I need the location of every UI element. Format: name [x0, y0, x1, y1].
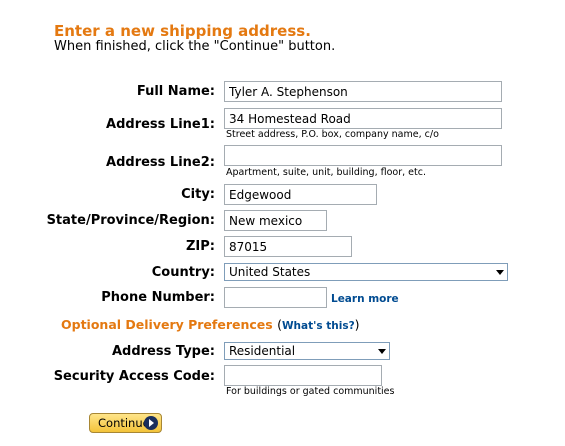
optional-close-paren: )	[354, 317, 360, 332]
full-name-label: Full Name:	[136, 84, 215, 99]
security-code-label: Security Access Code:	[53, 369, 215, 384]
address-line1-field[interactable]	[224, 108, 502, 129]
chevron-down-icon	[378, 349, 386, 354]
address-type-label: Address Type:	[111, 344, 215, 359]
country-select[interactable]: United States	[224, 263, 508, 281]
address-line2-hint: Apartment, suite, unit, building, floor,…	[226, 167, 426, 178]
address-line2-label: Address Line2:	[106, 155, 215, 170]
phone-label: Phone Number:	[101, 290, 215, 305]
address-line1-hint: Street address, P.O. box, company name, …	[226, 129, 439, 140]
city-label: City:	[181, 187, 215, 202]
city-field[interactable]	[224, 184, 377, 205]
continue-button[interactable]: Continue	[89, 413, 162, 433]
chevron-down-icon	[496, 270, 504, 275]
full-name-field[interactable]	[224, 81, 502, 102]
country-label: Country:	[151, 265, 215, 280]
country-selected-value: United States	[229, 265, 311, 279]
security-code-hint: For buildings or gated communities	[226, 386, 395, 397]
zip-label: ZIP:	[186, 239, 215, 254]
address-line1-label: Address Line1:	[106, 117, 215, 132]
address-line2-field[interactable]	[224, 145, 502, 166]
security-code-field[interactable]	[224, 365, 382, 386]
page-subtitle: When finished, click the "Continue" butt…	[54, 39, 336, 54]
whats-this-link[interactable]: What's this?	[282, 320, 355, 332]
address-type-select[interactable]: Residential	[224, 342, 390, 360]
state-label: State/Province/Region:	[46, 213, 215, 228]
arrow-right-circle-icon	[144, 416, 158, 430]
page-title: Enter a new shipping address.	[54, 22, 311, 40]
continue-button-label: Continue	[98, 416, 150, 430]
address-type-selected-value: Residential	[229, 344, 296, 358]
optional-delivery-heading: Optional Delivery Preferences (What's th…	[61, 317, 360, 332]
phone-field[interactable]	[224, 287, 327, 308]
zip-field[interactable]	[224, 236, 352, 257]
state-field[interactable]	[224, 210, 327, 231]
learn-more-link[interactable]: Learn more	[331, 293, 399, 305]
optional-heading-text: Optional Delivery Preferences	[61, 317, 273, 332]
